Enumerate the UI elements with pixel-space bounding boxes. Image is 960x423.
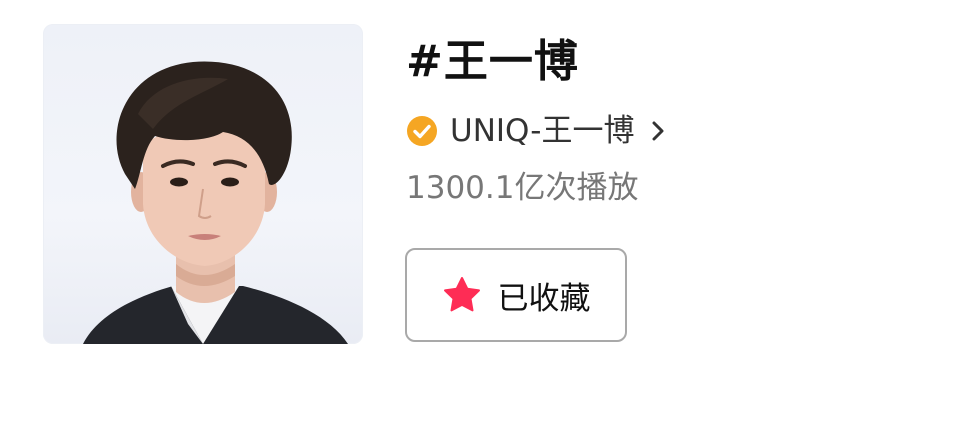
play-count: 1300.1亿次播放	[406, 170, 639, 206]
verified-check-icon	[407, 116, 437, 146]
topic-cover-image[interactable]	[43, 24, 363, 344]
favorite-button[interactable]: 已收藏	[405, 248, 627, 342]
star-icon	[443, 277, 480, 312]
portrait-illustration	[83, 61, 348, 344]
topic-title: #王一博	[406, 36, 579, 87]
favorite-button-label: 已收藏	[497, 280, 591, 317]
chevron-right-icon	[652, 121, 664, 141]
creator-link[interactable]: UNIQ-王一博	[406, 110, 668, 152]
creator-name: UNIQ-王一博	[450, 113, 635, 149]
